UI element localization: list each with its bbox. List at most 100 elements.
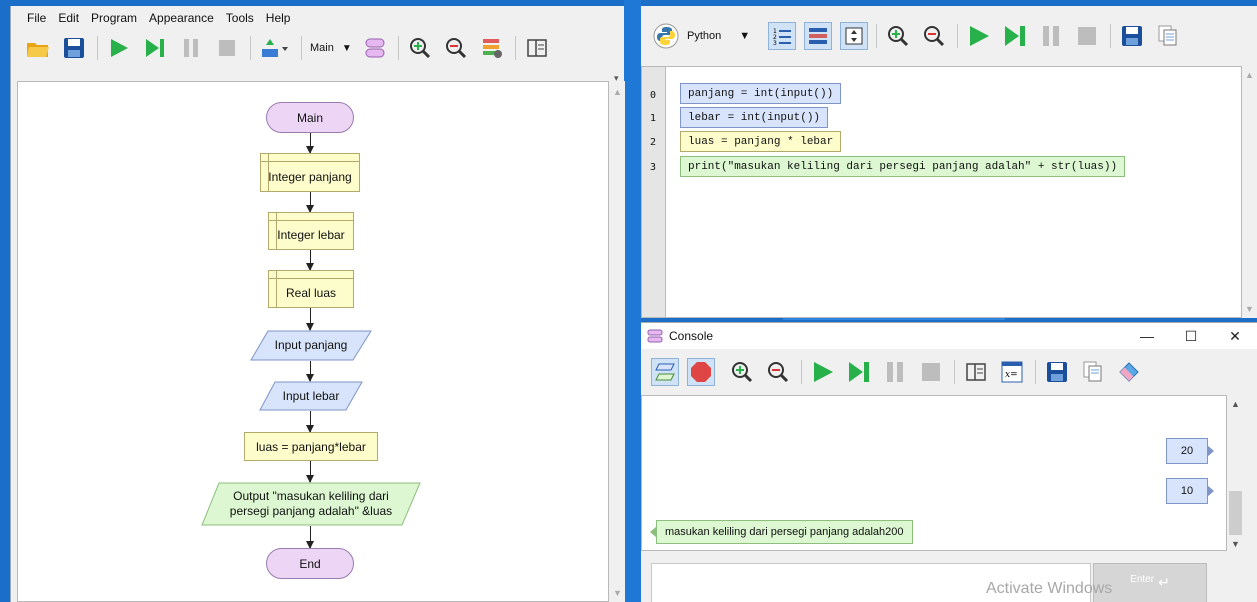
code-line[interactable]: lebar = int(input())	[680, 107, 829, 128]
flowchart-toolbar: Main ▼	[11, 30, 624, 66]
enter-key-icon: ↵	[1158, 574, 1170, 590]
menu-program[interactable]: Program	[85, 11, 143, 25]
eraser-icon[interactable]	[1116, 359, 1142, 385]
block-highlight-icon[interactable]	[804, 22, 833, 50]
flowchart-window: File Edit Program Appearance Tools Help	[10, 6, 625, 602]
zoom-out-icon[interactable]	[765, 359, 791, 385]
pause-icon[interactable]	[1038, 23, 1064, 49]
scroll-down-icon[interactable]: ▼	[1245, 304, 1254, 314]
code-editor[interactable]: 0 1 2 3 panjang = int(input()) lebar = i…	[641, 66, 1242, 318]
open-folder-icon[interactable]	[25, 35, 51, 61]
desktop-accent	[624, 0, 641, 602]
add-function-icon[interactable]	[259, 35, 291, 61]
run-icon[interactable]	[106, 35, 132, 61]
save-icon[interactable]	[61, 35, 87, 61]
console-title: Console	[669, 329, 714, 343]
node-label: Integer panjang	[268, 169, 352, 184]
code-line[interactable]: print("masukan keliling dari persegi pan…	[680, 156, 1126, 177]
menu-help[interactable]: Help	[260, 11, 297, 25]
function-select[interactable]: Main ▼	[310, 42, 352, 54]
console-scrollbar[interactable]: ▲ ▼	[1228, 395, 1243, 551]
flowchart-end-node[interactable]: End	[266, 548, 354, 579]
scroll-up-icon[interactable]: ▲	[613, 87, 622, 97]
pause-icon[interactable]	[178, 35, 204, 61]
stop-icon[interactable]	[918, 359, 944, 385]
flow-arrow	[306, 133, 314, 154]
collapse-icon[interactable]: ▾	[614, 73, 619, 84]
flow-arrow	[306, 461, 314, 483]
output-node-line-2: persegi panjang adalah" &luas	[229, 504, 393, 518]
run-icon[interactable]	[810, 359, 836, 385]
language-label: Python	[687, 30, 722, 42]
stop-icon[interactable]	[214, 35, 240, 61]
scroll-down-icon[interactable]: ▼	[1231, 539, 1240, 549]
maximize-button[interactable]: ☐	[1169, 328, 1213, 345]
step-icon[interactable]	[846, 359, 872, 385]
function-select-value: Main	[310, 42, 334, 54]
scroll-up-icon[interactable]: ▲	[1245, 70, 1254, 80]
code-toolbar: Python ▼ 123	[641, 6, 1257, 66]
node-label: Input lebar	[282, 388, 340, 403]
layout-icon[interactable]	[963, 359, 989, 385]
node-label: Main	[296, 110, 323, 125]
stop-sign-icon[interactable]	[687, 358, 715, 386]
save-icon[interactable]	[1044, 359, 1070, 385]
zoom-in-icon[interactable]	[885, 23, 911, 49]
menu-appearance[interactable]: Appearance	[143, 11, 220, 25]
zoom-out-icon[interactable]	[921, 23, 947, 49]
function-shape-icon[interactable]	[362, 35, 388, 61]
console-window: Console — ☐ ✕ x= 20 10 masukan keliling …	[641, 322, 1257, 602]
flowchart-scrollbar[interactable]: ▾ ▲ ▼	[610, 73, 625, 602]
code-scrollbar[interactable]: ▲ ▼	[1243, 66, 1257, 318]
flowchart-assign-node[interactable]: luas = panjang*lebar	[244, 432, 378, 461]
flowchart-start-node[interactable]: Main	[266, 102, 354, 133]
code-line[interactable]: panjang = int(input())	[680, 83, 842, 104]
node-label: Integer lebar	[277, 228, 345, 242]
save-icon[interactable]	[1119, 23, 1145, 49]
variables-icon[interactable]	[479, 35, 505, 61]
variable-watch-icon[interactable]: x=	[999, 359, 1025, 385]
input-mode-icon[interactable]	[651, 358, 679, 386]
toolbar-separator	[801, 360, 802, 384]
stop-icon[interactable]	[1074, 23, 1100, 49]
line-number: 0	[650, 90, 657, 101]
console-output[interactable]: 20 10 masukan keliling dari persegi panj…	[641, 395, 1227, 551]
code-window: Python ▼ 123 0 1 2 3 panjang = int(input…	[641, 6, 1257, 318]
line-number: 1	[650, 113, 657, 124]
scroll-down-icon[interactable]: ▼	[613, 588, 622, 598]
menu-file[interactable]: File	[21, 11, 52, 25]
flowchart-declare-node[interactable]: Integer panjang	[260, 153, 360, 192]
pause-icon[interactable]	[882, 359, 908, 385]
menu-tools[interactable]: Tools	[220, 11, 260, 25]
flowchart-canvas[interactable]: Main Integer panjang Integer lebar Real …	[17, 81, 609, 602]
window-controls: — ☐ ✕	[1125, 328, 1257, 345]
node-label: luas = panjang*lebar	[256, 439, 366, 454]
flow-arrow	[306, 526, 314, 549]
layout-icon[interactable]	[524, 35, 550, 61]
code-line[interactable]: luas = panjang * lebar	[680, 131, 842, 152]
close-button[interactable]: ✕	[1213, 328, 1257, 345]
copy-icon[interactable]	[1080, 359, 1106, 385]
chevron-down-icon: ▼	[341, 42, 352, 54]
run-icon[interactable]	[966, 23, 992, 49]
flowchart-declare-node[interactable]: Integer lebar	[268, 212, 354, 250]
menu-edit[interactable]: Edit	[52, 11, 85, 25]
toolbar-separator	[97, 36, 98, 60]
zoom-in-icon[interactable]	[729, 359, 755, 385]
expand-icon[interactable]	[840, 22, 869, 50]
flow-arrow	[306, 411, 314, 433]
step-icon[interactable]	[1002, 23, 1028, 49]
scroll-up-icon[interactable]: ▲	[1231, 399, 1240, 409]
language-select[interactable]: Python ▼	[653, 23, 750, 49]
flowchart-declare-node[interactable]: Real luas	[268, 270, 354, 308]
svg-text:x=: x=	[1005, 370, 1018, 380]
line-number: 3	[650, 162, 657, 173]
node-label: Input panjang	[274, 338, 348, 352]
copy-icon[interactable]	[1155, 23, 1181, 49]
line-numbers-icon[interactable]: 123	[768, 22, 797, 50]
scroll-thumb[interactable]	[1229, 491, 1242, 535]
minimize-button[interactable]: —	[1125, 328, 1169, 345]
zoom-in-icon[interactable]	[407, 35, 433, 61]
zoom-out-icon[interactable]	[443, 35, 469, 61]
step-icon[interactable]	[142, 35, 168, 61]
